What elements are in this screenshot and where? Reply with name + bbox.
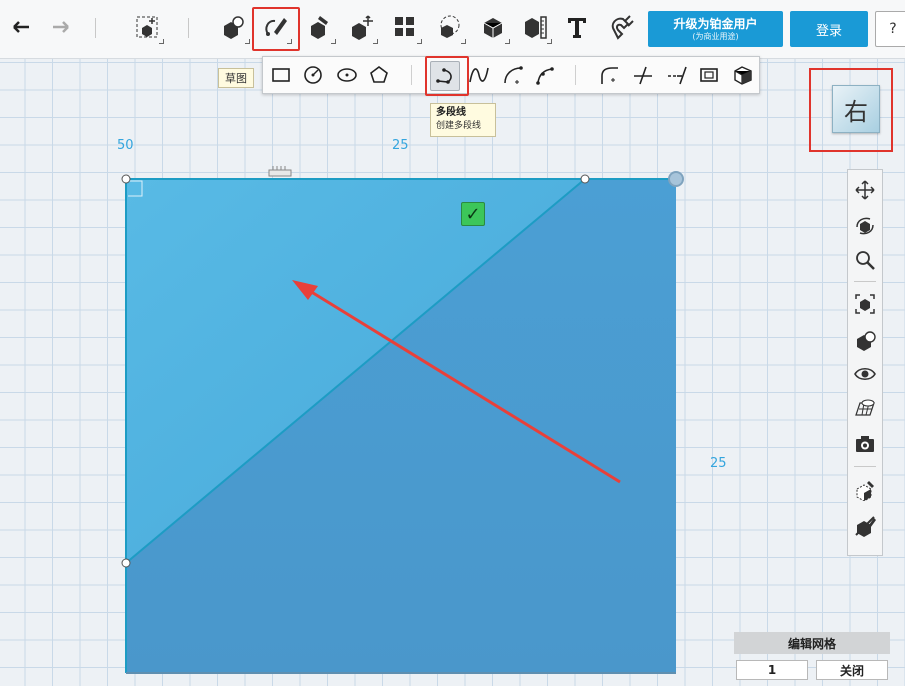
visibility-eye-icon[interactable] [851, 360, 879, 388]
primitives-icon[interactable] [214, 8, 252, 46]
redo-icon[interactable] [42, 8, 80, 46]
spline-tool-icon[interactable] [465, 61, 493, 89]
undo-icon[interactable] [2, 8, 40, 46]
vertex-handle [121, 558, 131, 568]
login-button[interactable]: 登录 [790, 11, 868, 47]
polygon-tool-icon[interactable] [365, 61, 393, 89]
measure-icon[interactable] [516, 8, 554, 46]
combine-icon[interactable] [474, 8, 512, 46]
three-point-arc-tool-icon[interactable] [531, 61, 559, 89]
trim-tool-icon[interactable] [629, 61, 657, 89]
sketch-tooltip-label: 草图 [218, 68, 254, 88]
hide-sketch-icon[interactable] [851, 512, 879, 540]
viewcube[interactable]: 右 [832, 85, 880, 133]
flyout-separator [575, 65, 576, 85]
ellipse-tool-icon[interactable] [333, 61, 361, 89]
grouping-icon[interactable] [430, 8, 468, 46]
text-icon[interactable] [558, 8, 596, 46]
navbar-separator [854, 466, 876, 467]
polyline-tooltip: 多段线 创建多段线 [430, 103, 496, 137]
polyline-tool-icon[interactable] [430, 61, 460, 91]
tooltip-title: 多段线 [436, 107, 466, 118]
edit-grid-title: 编辑网格 [734, 632, 890, 654]
paint-roller-icon [268, 166, 292, 177]
help-button[interactable]: ? [875, 11, 905, 47]
offset-tool-icon[interactable] [695, 61, 723, 89]
upgrade-sublabel: (为商业用途) [692, 31, 739, 41]
project-tool-icon[interactable] [729, 61, 757, 89]
corner-handle [668, 171, 684, 187]
flyout-separator [411, 65, 412, 85]
toolbar-separator [95, 18, 96, 38]
navigation-bar [847, 169, 883, 556]
vertex-handle [121, 174, 131, 184]
sketch-flyout-menu [262, 56, 760, 94]
material-icon[interactable] [851, 476, 879, 504]
orbit-icon[interactable] [851, 212, 879, 240]
camera-icon[interactable] [851, 430, 879, 458]
confirm-check-icon[interactable]: ✓ [461, 202, 485, 226]
sketch-icon[interactable] [256, 8, 294, 46]
snap-icon[interactable] [602, 8, 640, 46]
main-toolbar: 升级为铂金用户 (为商业用途) 登录 ? [0, 0, 905, 59]
rectangle-tool-icon[interactable] [267, 61, 295, 89]
zoom-icon[interactable] [851, 246, 879, 274]
construct-icon[interactable] [300, 8, 338, 46]
navbar-separator [854, 281, 876, 282]
grid-visibility-icon[interactable] [851, 394, 879, 422]
tooltip-description: 创建多段线 [436, 121, 482, 131]
transform-icon[interactable] [128, 8, 166, 46]
upgrade-button[interactable]: 升级为铂金用户 (为商业用途) [648, 11, 783, 47]
shading-icon[interactable] [851, 326, 879, 354]
pattern-icon[interactable] [386, 8, 424, 46]
modify-icon[interactable] [342, 8, 380, 46]
circle-tool-icon[interactable] [299, 61, 327, 89]
grid-size-input[interactable]: 1 [736, 660, 808, 680]
edit-grid-panel: 编辑网格 1 关闭 [734, 632, 890, 680]
fit-view-icon[interactable] [851, 290, 879, 318]
toolbar-separator [188, 18, 189, 38]
arc-tool-icon[interactable] [499, 61, 527, 89]
grid-close-button[interactable]: 关闭 [816, 660, 888, 680]
pan-icon[interactable] [851, 176, 879, 204]
vertex-handle [580, 174, 590, 184]
upgrade-label: 升级为铂金用户 [673, 16, 758, 31]
fillet-tool-icon[interactable] [595, 61, 623, 89]
extend-tool-icon[interactable] [663, 61, 691, 89]
